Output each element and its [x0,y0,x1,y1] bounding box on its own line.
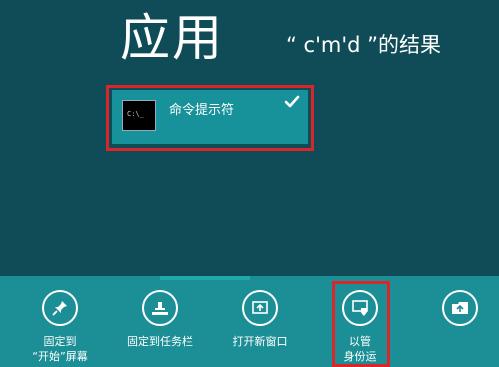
command-prompt-icon: C:\_ [122,100,156,131]
selected-check-icon [284,95,300,108]
command-label-line1: 以管 [349,335,371,348]
search-result-tile[interactable]: C:\_ 命令提示符 [112,90,308,144]
pin-taskbar-icon [142,290,178,326]
result-label: 命令提示符 [169,103,235,118]
run-as-admin-shield-icon [342,290,378,326]
new-window-icon [242,290,278,326]
search-query-caption: “ c'm'd ”的结果 [286,33,441,57]
command-label-line2: “开始”屏幕 [32,350,88,363]
prompt-text: C:\_ [127,110,144,118]
page-title: 应用 [120,9,224,67]
app-bar-accent-line [160,276,250,280]
command-label-line2: 身份运 [343,350,377,363]
pin-icon [42,290,78,326]
open-file-location-icon [442,290,478,326]
app-bar: 固定到 “开始”屏幕 固定到任务栏 打开新窗口 以管 身份运 [0,276,499,367]
